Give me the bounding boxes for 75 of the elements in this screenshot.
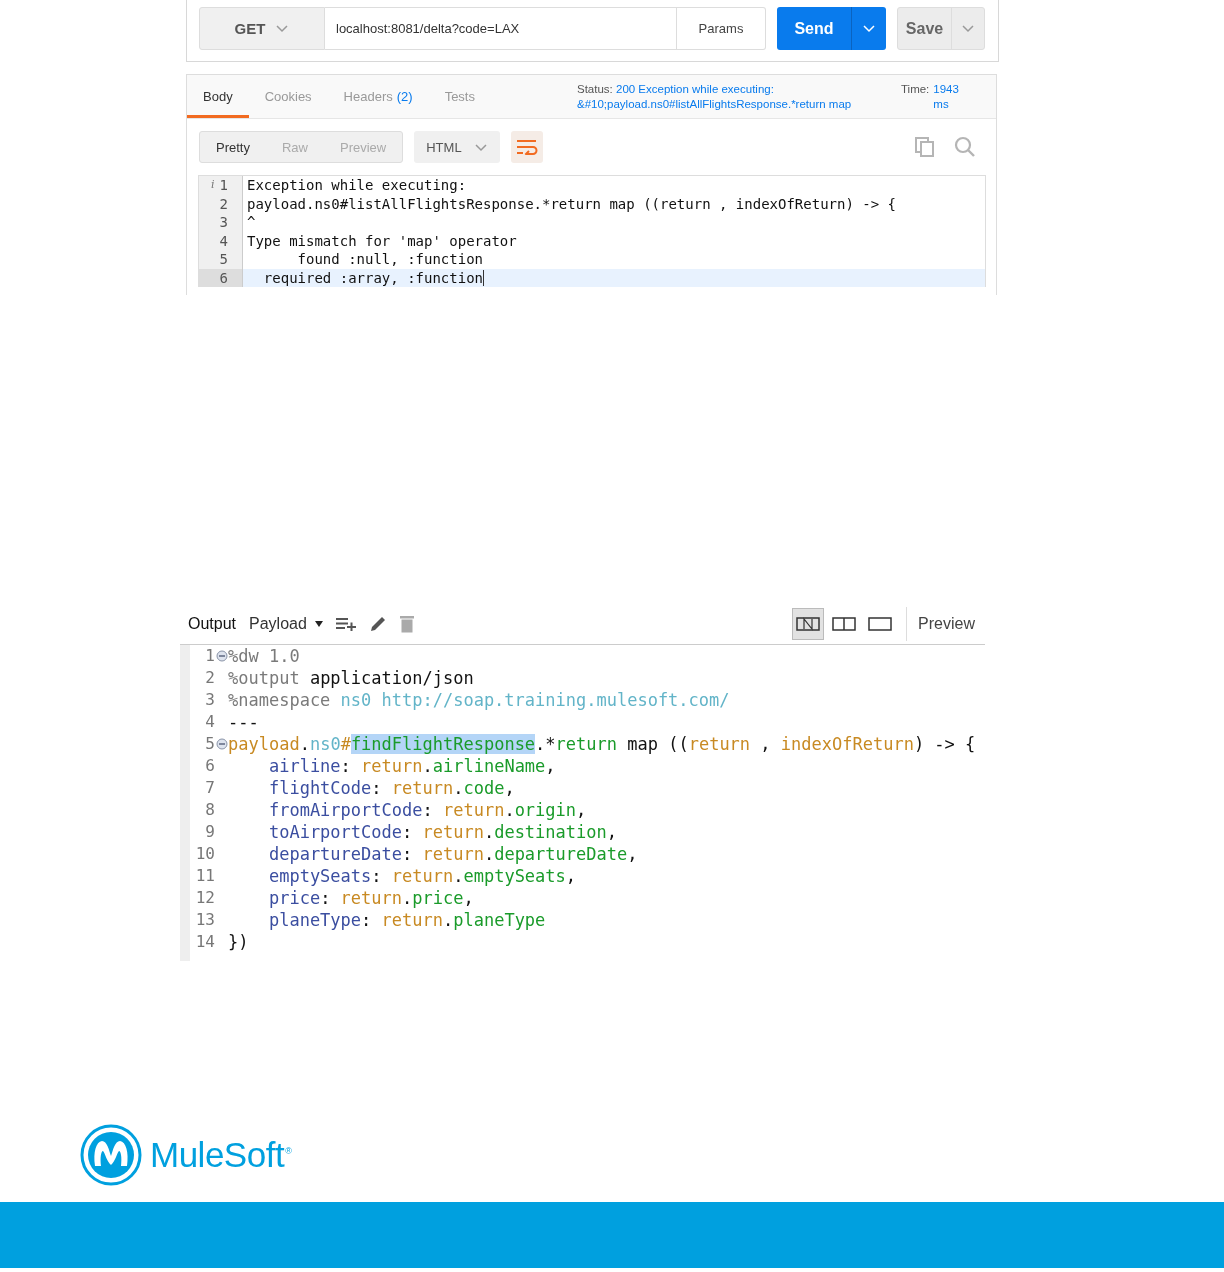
code-line: toAirportCode: return.destination, [267, 821, 617, 843]
line-number: 11 [195, 865, 215, 887]
search-icon[interactable] [954, 136, 976, 158]
pencil-icon[interactable] [368, 615, 387, 633]
chevron-down-icon [473, 142, 488, 152]
code-line: payload.ns0#findFlightResponse.*return map ((return , indexOfReturn) -> { [228, 733, 976, 755]
split-layout-icon [832, 617, 857, 631]
source-layout-icon [796, 617, 821, 631]
code-line: Exception while executing: [247, 176, 467, 195]
line-number: 5 [205, 733, 215, 755]
line-number: 2 [219, 194, 229, 213]
line-number: 7 [205, 777, 215, 799]
line-number: 6 [205, 755, 215, 777]
time-label: Time: [901, 81, 930, 97]
code-line: Type mismatch for 'map' operator [247, 231, 517, 250]
output-label: Output [188, 615, 237, 633]
target-dropdown[interactable]: Payload [249, 615, 323, 633]
line-number: 4 [219, 231, 229, 250]
code-line: required :array, :function [262, 268, 483, 287]
time-value: 1943 ms [933, 81, 960, 112]
fold-icon[interactable] [216, 650, 228, 662]
url-field[interactable]: localhost:8081/delta?code=LAX [325, 7, 677, 50]
params-button[interactable]: Params [677, 7, 766, 50]
chevron-down-icon [275, 24, 290, 33]
code-line: --- [228, 711, 259, 733]
code-line: %output application/json [228, 667, 474, 689]
code-line: planeType: return.planeType [267, 909, 546, 931]
layout-button[interactable] [792, 608, 825, 640]
line-number: 12 [195, 887, 215, 909]
info-marker: i [211, 177, 215, 193]
line-number: 4 [205, 711, 215, 733]
code-line: }) [228, 931, 249, 953]
line-number: 5 [219, 250, 229, 269]
line-number: 8 [205, 799, 215, 821]
line-number: 6 [219, 268, 229, 287]
line-number: 3 [219, 213, 229, 232]
view-mode-tab[interactable]: Pretty [200, 132, 266, 162]
line-number: 13 [195, 909, 215, 931]
line-number: 9 [205, 821, 215, 843]
code-line: airline: return.airlineName, [267, 755, 556, 777]
logo-mark-icon [80, 1124, 142, 1186]
line-number: 10 [195, 843, 215, 865]
copy-icon[interactable] [915, 137, 935, 157]
format-dropdown[interactable]: HTML [414, 131, 500, 163]
logo-wordmark: MuleSoft$^{®}$ [150, 1135, 292, 1175]
line-number: 1 [219, 176, 229, 195]
code-line: %dw 1.0 [228, 645, 300, 667]
method-dropdown[interactable]: GET [199, 7, 325, 50]
trash-icon[interactable] [399, 615, 414, 633]
code-line: ^ [247, 213, 256, 232]
preview-link[interactable]: Preview [918, 615, 975, 633]
line-number: 2 [205, 667, 215, 689]
status-text: Status: 200 Exception while executing: &#10;payload.ns0#listAllFlightsResponse.*return map [577, 81, 853, 112]
chevron-down-icon [961, 24, 975, 33]
chevron-down-icon [862, 24, 876, 33]
code-line: %namespace ns0 http://soap.training.mulesoft.com/ [228, 689, 730, 711]
caret-down-icon [314, 621, 323, 627]
code-line: price: return.price, [267, 887, 474, 909]
code-line: found :null, :function [296, 250, 483, 269]
code-line: emptySeats: return.emptySeats, [267, 865, 577, 887]
line-number: 3 [205, 689, 215, 711]
add-list-icon[interactable] [335, 617, 356, 631]
fold-icon[interactable] [216, 738, 228, 750]
response-tab[interactable]: Headers (2) [327, 75, 429, 118]
response-tab[interactable]: Body [187, 75, 249, 118]
wrap-lines-button[interactable] [510, 131, 543, 163]
code-line: departureDate: return.departureDate, [267, 843, 638, 865]
line-number: 1 [205, 645, 215, 667]
code-line: payload.ns0#listAllFlightsResponse.*return map ((return , indexOfReturn) -> { [247, 194, 896, 213]
line-number: 14 [195, 931, 215, 953]
code-line: flightCode: return.code, [267, 777, 515, 799]
single-layout-icon [868, 617, 893, 631]
text-cursor [483, 269, 484, 286]
code-line: fromAirportCode: return.origin, [267, 799, 587, 821]
wrap-lines-icon [515, 139, 538, 155]
